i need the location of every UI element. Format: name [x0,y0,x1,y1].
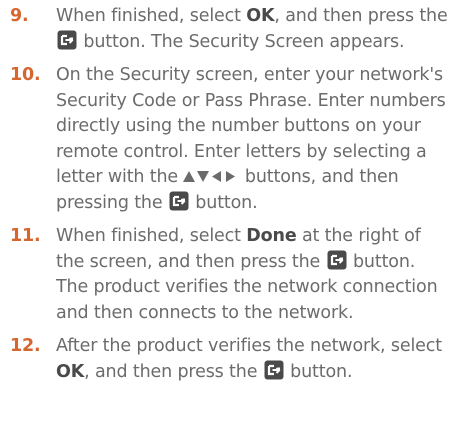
step-text: button. [284,361,353,382]
step-text: When finished, select [56,6,247,26]
enter-button-icon [57,30,77,49]
ok-label: OK [246,6,275,26]
enter-button-icon [327,250,347,269]
step-number: 11. [10,226,41,246]
direction-arrows-icon [183,171,236,182]
step-item: 9. When finished, select OK, and then pr… [0,4,449,55]
step-number: 9. [10,6,29,26]
step-item: 12. After the product verifies the netwo… [0,334,449,385]
step-text: , and then press the [84,361,263,382]
done-label: Done [246,226,297,246]
step-number: 10. [10,65,41,85]
step-text: After the product verifies the network, … [56,336,442,356]
step-item: 10. On the Security screen, enter your n… [0,63,449,216]
step-text: button. [189,192,258,213]
enter-button-icon [169,191,189,210]
enter-button-icon [264,360,284,379]
step-text: When finished, select [56,226,247,246]
instruction-steps: 9. When finished, select OK, and then pr… [0,0,449,382]
ok-label: OK [56,361,85,382]
step-text: button. The Security Screen appears. [78,31,405,52]
step-number: 12. [10,336,41,356]
step-item: 11. When finished, select Done at the ri… [0,224,449,326]
step-text: , and then press the [274,6,448,26]
